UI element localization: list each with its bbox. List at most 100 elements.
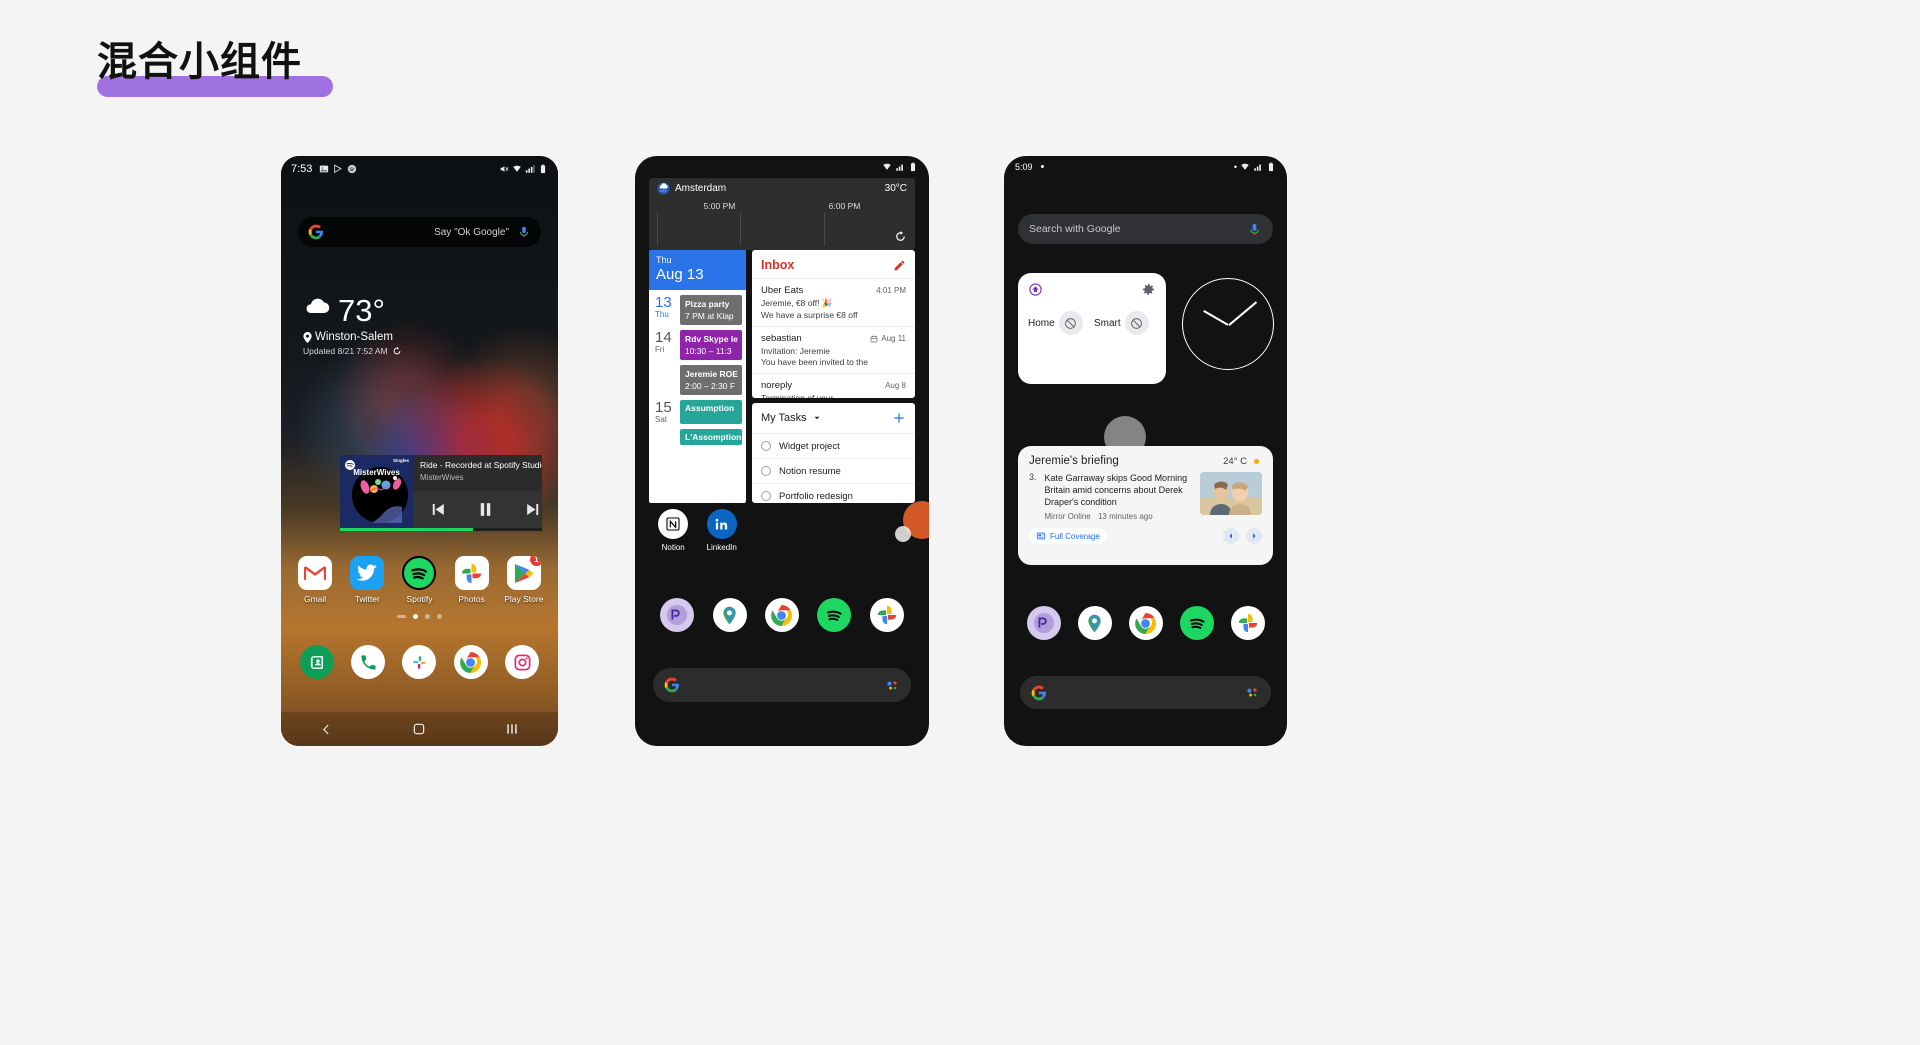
home-icon[interactable] <box>412 722 426 736</box>
google-search-bar[interactable] <box>653 668 911 702</box>
briefing-temperature: 24° C <box>1223 455 1247 467</box>
task-checkbox[interactable] <box>761 491 771 501</box>
wifi-icon <box>513 165 521 172</box>
calendar-row[interactable]: 13 Thu Pizza party 7 PM at Klap <box>649 290 746 325</box>
dock-item-slack[interactable] <box>402 645 437 679</box>
event-title: Assumption <box>685 403 735 413</box>
dock-item-photos[interactable] <box>1230 606 1265 640</box>
google-search-bar[interactable]: Search with Google <box>1018 214 1273 244</box>
analog-clock-widget[interactable] <box>1182 278 1274 370</box>
calendar-row[interactable]: 14 Fri Rdv Skype le 10:30 – 11:3 <box>649 325 746 360</box>
news-briefing-widget[interactable]: Jeremie's briefing 24° C 3. Kate Garrawa… <box>1018 446 1273 565</box>
plus-icon[interactable] <box>892 411 906 425</box>
status-time: 5:09 <box>1015 162 1033 172</box>
calendar-row[interactable]: L'Assomption <box>649 424 746 445</box>
dock-item-phone[interactable] <box>351 645 386 679</box>
calendar-row[interactable]: Jeremie ROE 2:00 – 2:30 F <box>649 360 746 395</box>
dock-item-photoshop[interactable] <box>1026 606 1061 640</box>
pencil-icon[interactable] <box>893 259 906 272</box>
inbox-title: Inbox <box>761 258 795 272</box>
calendar-widget[interactable]: Thu Aug 13 13 Thu Pizza party 7 PM at Kl… <box>649 250 746 503</box>
calendar-day-number: 13 <box>655 294 672 311</box>
arrow-right-icon[interactable] <box>1246 528 1262 545</box>
calendar-event[interactable]: Assumption <box>680 400 742 424</box>
app-play-store[interactable]: 1 Play Store <box>501 556 547 604</box>
dock-item-chrome[interactable] <box>453 645 488 679</box>
tasks-widget[interactable]: My Tasks Widget project Notion resume Po… <box>752 403 915 503</box>
refresh-icon[interactable] <box>894 230 907 243</box>
email-item[interactable]: sebastian Aug 11 Invitation: Jeremie You… <box>752 326 915 373</box>
smart-home-widget[interactable]: Home Smart <box>1018 273 1166 384</box>
task-item[interactable]: Portfolio redesign <box>752 484 915 503</box>
status-bar <box>635 156 929 178</box>
dock-item-photos[interactable] <box>869 598 904 632</box>
weather-widget[interactable]: Amsterdam 30°C 5:00 PM 6:00 PM <box>649 178 915 250</box>
notion-icon <box>666 517 680 531</box>
assistant-icon[interactable] <box>885 678 900 693</box>
dock-item-spotify[interactable] <box>1179 606 1214 640</box>
chevron-down-icon[interactable] <box>812 413 822 423</box>
track-artist: MisterWives <box>420 473 464 482</box>
calendar-row[interactable]: 15 Sat Assumption <box>649 395 746 424</box>
power-off-icon[interactable] <box>1058 311 1083 335</box>
mic-icon[interactable] <box>1247 222 1262 237</box>
google-search-bar-bottom[interactable] <box>1020 676 1271 709</box>
news-item[interactable]: 3. Kate Garraway skips Good Morning Brit… <box>1018 472 1273 521</box>
dock-item-chrome[interactable] <box>1128 606 1163 640</box>
dock-item-maps[interactable] <box>1077 606 1112 640</box>
email-item[interactable]: Uber Eats 4:01 PM Jeremie, €8 off! 🎉 We … <box>752 278 915 326</box>
dock-item-spotify[interactable] <box>817 598 852 632</box>
google-g-icon <box>664 677 679 693</box>
app-linkedin[interactable]: LinkedIn <box>707 509 737 552</box>
dock-item-contacts[interactable] <box>299 645 334 679</box>
task-item[interactable]: Widget project <box>752 434 915 459</box>
smart-control-smart[interactable]: Smart <box>1094 311 1156 335</box>
app-photos[interactable]: Photos <box>449 556 495 604</box>
dock-item-chrome[interactable] <box>764 598 799 632</box>
calendar-event[interactable]: Pizza party 7 PM at Klap <box>680 295 742 325</box>
app-twitter[interactable]: Twitter <box>344 556 390 604</box>
dock-item-maps[interactable] <box>712 598 747 632</box>
next-icon[interactable] <box>524 500 542 519</box>
refresh-icon[interactable] <box>392 346 402 356</box>
google-search-bar[interactable]: Say "Ok Google" <box>298 217 541 247</box>
task-item[interactable]: Notion resume <box>752 459 915 484</box>
back-icon[interactable] <box>320 723 333 736</box>
mic-icon[interactable] <box>517 225 531 239</box>
calendar-event[interactable]: L'Assomption <box>680 429 742 445</box>
calendar-header: Thu Aug 13 <box>649 250 746 290</box>
app-spotify[interactable]: Spotify <box>396 556 442 604</box>
smart-control-home[interactable]: Home <box>1028 311 1090 335</box>
recents-icon[interactable] <box>505 722 519 736</box>
task-checkbox[interactable] <box>761 441 771 451</box>
inbox-widget[interactable]: Inbox Uber Eats 4:01 PM Jeremie, €8 off!… <box>752 250 915 398</box>
weather-widget[interactable]: 73° Winston-Salem Updated 8/21 7:52 AM <box>303 295 402 356</box>
google-g-icon <box>1031 685 1046 700</box>
pause-icon[interactable] <box>476 500 495 519</box>
page-dot[interactable] <box>425 614 430 619</box>
previous-icon[interactable] <box>428 500 447 519</box>
page-dot[interactable] <box>397 615 406 618</box>
battery-icon <box>1268 162 1274 172</box>
app-row: Notion LinkedIn <box>649 509 746 552</box>
calendar-event[interactable]: Jeremie ROE 2:00 – 2:30 F <box>680 365 742 395</box>
full-coverage-button[interactable]: Full Coverage <box>1029 528 1107 545</box>
dock-item-photoshop[interactable] <box>660 598 695 632</box>
page-dot[interactable] <box>437 614 442 619</box>
app-notion[interactable]: Notion <box>658 509 689 552</box>
task-checkbox[interactable] <box>761 466 771 476</box>
calendar-header-date: Aug 13 <box>656 266 704 283</box>
dock-item-instagram[interactable] <box>505 645 540 679</box>
playback-progress-bar[interactable] <box>340 528 542 531</box>
email-item[interactable]: noreply Aug 8 Termination of your <box>752 373 915 398</box>
power-off-icon[interactable] <box>1124 311 1149 335</box>
calendar-event[interactable]: Rdv Skype le 10:30 – 11:3 <box>680 330 742 360</box>
app-label: Gmail <box>303 594 327 604</box>
app-gmail[interactable]: Gmail <box>292 556 338 604</box>
home-assistant-icon <box>1029 283 1042 296</box>
assistant-icon[interactable] <box>1245 685 1260 700</box>
gear-icon[interactable] <box>1141 282 1156 297</box>
arrow-left-icon[interactable] <box>1223 528 1239 545</box>
page-dot-active[interactable] <box>413 614 418 619</box>
media-player-widget[interactable]: Singles MisterWives Ride - Recorded at S… <box>340 455 542 528</box>
